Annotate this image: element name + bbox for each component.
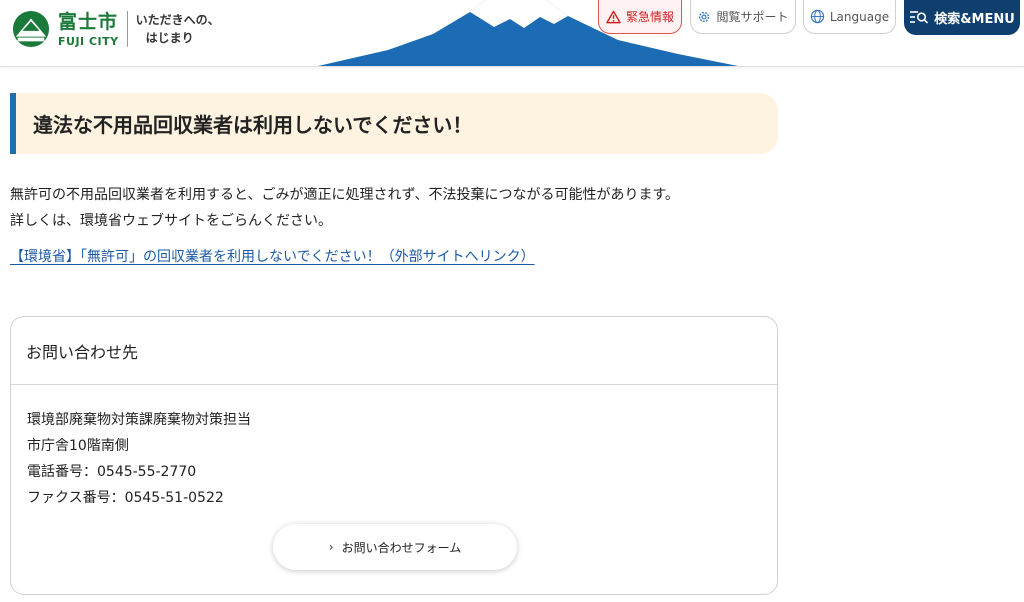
- city-name: 富士市: [58, 10, 119, 33]
- contact-department: 環境部廃棄物対策課廃棄物対策担当: [27, 412, 251, 428]
- logo-divider: [126, 11, 128, 47]
- language-button[interactable]: Language: [803, 0, 896, 34]
- search-menu-icon: [910, 11, 929, 24]
- accessibility-support-button[interactable]: 閲覧サポート: [690, 0, 796, 34]
- page-heading-box: 違法な不用品回収業者は利用しないでください！: [10, 93, 778, 154]
- language-label: Language: [829, 9, 890, 24]
- contact-form-button[interactable]: › お問い合わせフォーム: [273, 524, 517, 570]
- page-title: 違法な不用品回収業者は利用しないでください！: [33, 113, 473, 137]
- contact-phone: 電話番号：0545-55-2770: [27, 464, 197, 480]
- logo-text: 富士市 FUJI CITY: [58, 11, 119, 48]
- search-menu-label: 検索&MENU: [934, 11, 1015, 27]
- contact-fax: ファクス番号：0545-51-0522: [27, 490, 224, 506]
- fuji-city-emblem-icon: [12, 10, 50, 48]
- emergency-info-label: 緊急情報: [625, 10, 674, 24]
- gear-icon: [699, 11, 710, 22]
- contact-title: お問い合わせ先: [11, 317, 777, 385]
- globe-icon: [810, 9, 825, 24]
- tagline-line1: いただきへの、: [135, 13, 220, 27]
- intro-line-1: 無許可の不用品回収業者を利用すると、ごみが適正に処理されず、不法投棄につながる可…: [10, 187, 680, 203]
- warning-triangle-icon: [606, 10, 621, 23]
- contact-box: お問い合わせ先 環境部廃棄物対策課廃棄物対策担当 市庁舎10階南側 電話番号：0…: [10, 316, 778, 595]
- emergency-info-button[interactable]: 緊急情報: [598, 0, 682, 34]
- external-link-env-ministry[interactable]: 【環境省】「無許可」の回収業者を利用しないでください！（外部サイトへリンク）: [10, 246, 535, 266]
- contact-location: 市庁舎10階南側: [27, 438, 129, 454]
- accessibility-support-label: 閲覧サポート: [716, 10, 789, 24]
- search-menu-button[interactable]: 検索&MENU: [904, 0, 1020, 35]
- city-name-en: FUJI CITY: [58, 34, 119, 48]
- intro-line-2: 詳しくは、環境省ウェブサイトをごらんください。: [10, 213, 332, 229]
- chevron-right-icon: ›: [328, 540, 334, 554]
- intro-paragraph: 無許可の不用品回収業者を利用すると、ごみが適正に処理されず、不法投棄につながる可…: [10, 182, 679, 234]
- contact-details: 環境部廃棄物対策課廃棄物対策担当 市庁舎10階南側 電話番号：0545-55-2…: [11, 385, 777, 511]
- site-header: 富士市 FUJI CITY いただきへの、 はじまり 緊急情報 閲覧サポート L…: [0, 0, 1024, 67]
- tagline-line2: はじまり: [145, 31, 194, 45]
- contact-form-label: お問い合わせフォーム: [341, 540, 462, 555]
- site-logo[interactable]: 富士市 FUJI CITY いただきへの、 はじまり: [12, 10, 220, 48]
- city-tagline: いただきへの、 はじまり: [136, 11, 220, 47]
